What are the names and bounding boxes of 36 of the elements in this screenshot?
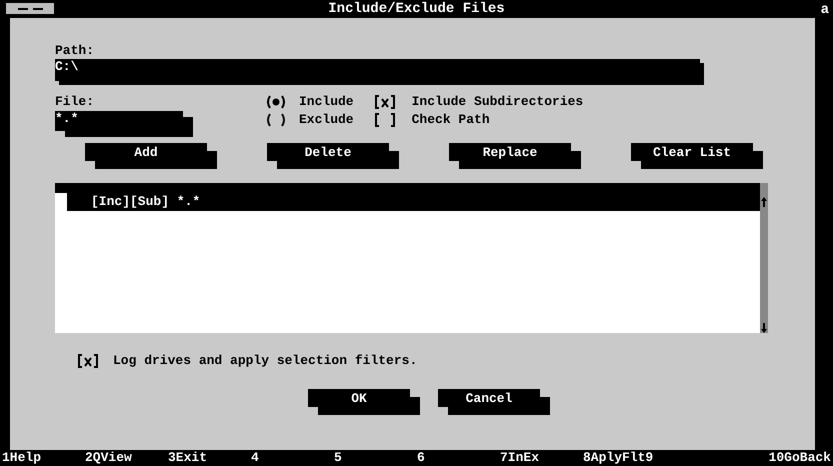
function-key[interactable]: 3Exit <box>166 450 249 466</box>
list-item[interactable]: [Inc][Sub] *.* <box>67 193 760 211</box>
path-label: Path: <box>55 43 96 59</box>
radio-label: Include <box>299 93 354 112</box>
replace-button[interactable]: Replace <box>449 143 571 161</box>
checkbox[interactable] <box>77 354 99 368</box>
scroll-up-icon[interactable] <box>760 197 768 207</box>
function-key[interactable]: 10GoBack <box>768 450 833 466</box>
checkbox-label: Include Subdirectories <box>412 93 584 112</box>
checkbox[interactable] <box>374 113 396 127</box>
corner-label: a <box>820 1 829 20</box>
delete-button[interactable]: Delete <box>267 143 389 161</box>
scroll-down-icon[interactable] <box>760 323 768 333</box>
clear-list-button[interactable]: Clear List <box>631 143 753 161</box>
function-key[interactable]: 2QView <box>83 450 166 466</box>
checkbox[interactable] <box>374 95 396 109</box>
cancel-button[interactable]: Cancel <box>438 388 540 406</box>
file-field[interactable]: *.* <box>55 111 183 131</box>
add-button[interactable]: Add <box>85 143 207 161</box>
file-label: File: <box>55 93 96 111</box>
checkbox-label: Log drives and apply selection filters. <box>113 352 418 370</box>
scrollbar[interactable] <box>760 183 768 333</box>
radio-button[interactable] <box>265 113 287 127</box>
ok-button[interactable]: OK <box>308 388 410 406</box>
function-key[interactable]: 4 <box>249 450 332 466</box>
system-menu-icon[interactable] <box>6 3 54 14</box>
function-key[interactable]: 5 <box>332 450 415 466</box>
checkbox-label: Check Path <box>412 111 490 130</box>
radio-button[interactable] <box>265 95 287 109</box>
radio-label: Exclude <box>299 111 354 130</box>
function-key[interactable]: 7InEx <box>498 450 581 466</box>
function-key[interactable]: 1Help <box>0 450 83 466</box>
path-field[interactable]: C:\ <box>55 59 700 81</box>
function-key[interactable]: 6 <box>415 450 498 466</box>
window-title: Include/Exclude Files <box>328 0 505 18</box>
function-key[interactable]: 8AplyFlt9 <box>581 450 681 466</box>
